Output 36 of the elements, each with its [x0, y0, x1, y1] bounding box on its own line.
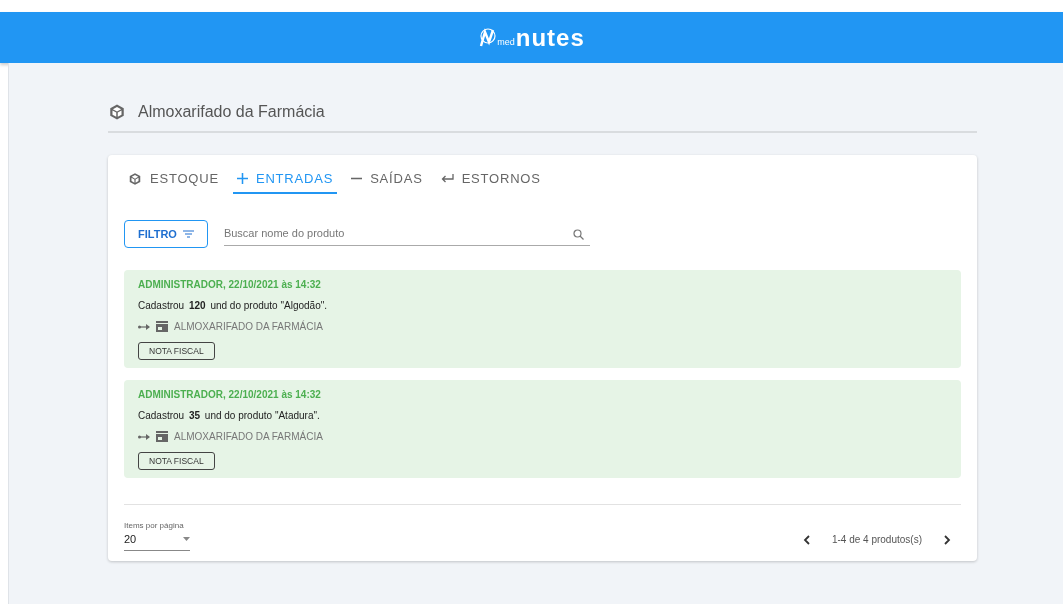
minus-icon	[351, 177, 363, 180]
box-icon	[108, 103, 126, 121]
filter-button[interactable]: FILTRO	[124, 220, 208, 248]
return-arrow-icon	[440, 174, 454, 183]
plus-icon	[236, 173, 248, 184]
entry-text: Cadastrou 120 und do produto "Algodão".	[138, 300, 328, 311]
dropdown-caret-icon	[183, 537, 190, 541]
next-page-button[interactable]	[944, 534, 951, 545]
tab[interactable]: SAÍDAS	[347, 165, 427, 194]
search-field[interactable]: Buscar nome do produto	[223, 222, 590, 246]
location-text: ALMOXARIFADO DA FARMÁCIA	[174, 431, 323, 442]
page-title: Almoxarifado da Farmácia	[138, 103, 325, 121]
logo-text: med	[497, 36, 515, 47]
entry-text: Cadastrou 35 und do produto "Atadura".	[138, 410, 320, 421]
chevron-left-icon	[802, 534, 810, 545]
invoice-button[interactable]: NOTA FISCAL	[138, 452, 215, 470]
double-arrow-icon	[138, 433, 150, 440]
tab[interactable]: ESTOQUE	[124, 165, 223, 194]
tab[interactable]: ENTRADAS	[232, 165, 338, 194]
store-icon	[156, 321, 168, 332]
box-icon	[128, 171, 142, 186]
tab[interactable]: ESTORNOS	[436, 165, 545, 194]
entry-author: ADMINISTRADOR, 22/10/2021 às 14:32	[138, 279, 321, 290]
entry-author: ADMINISTRADOR, 22/10/2021 às 14:32	[138, 389, 321, 400]
chevron-right-icon	[944, 534, 951, 545]
filter-icon	[182, 230, 194, 238]
invoice-button[interactable]: NOTA FISCAL	[138, 342, 215, 360]
store-icon	[156, 431, 168, 442]
double-arrow-icon	[138, 323, 150, 330]
search-icon	[572, 228, 584, 240]
location-text: ALMOXARIFADO DA FARMÁCIA	[174, 321, 323, 332]
previous-page-button[interactable]	[802, 534, 810, 545]
items-per-page-select[interactable]: 20	[124, 530, 190, 551]
logo-text: nutes	[515, 25, 585, 50]
page-range-text: 1-4 de 4 produtos(s)	[831, 534, 922, 545]
items-per-page-label: Items por página	[124, 521, 185, 530]
